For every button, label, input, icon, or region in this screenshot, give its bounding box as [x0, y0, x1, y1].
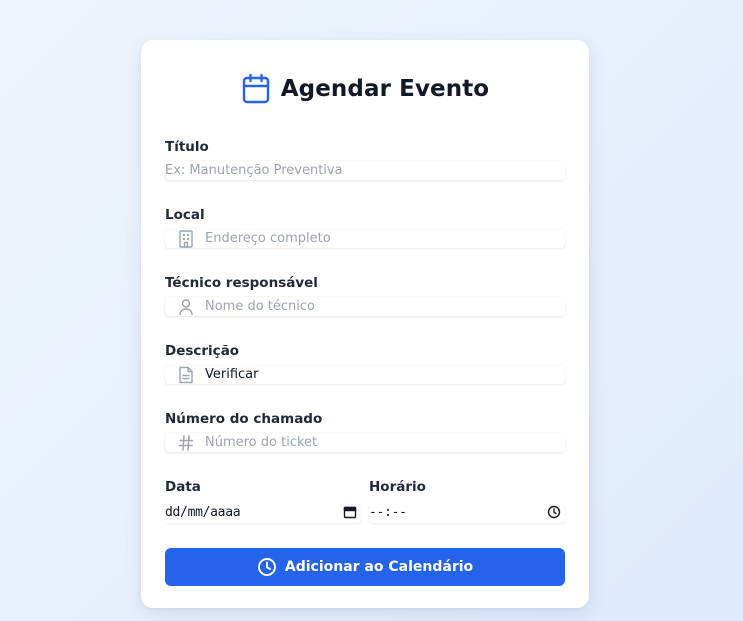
calendar-icon	[241, 73, 271, 105]
form-header: Agendar Evento	[165, 40, 565, 138]
technician-input-wrap	[165, 297, 565, 316]
time-field: Horário --:--	[369, 478, 565, 548]
date-field: Data dd/mm/aaaa	[165, 478, 361, 548]
date-time-row: Data dd/mm/aaaa Horário --:--	[165, 478, 565, 548]
user-icon	[177, 298, 195, 316]
hash-icon	[177, 434, 195, 452]
building-icon	[177, 229, 195, 248]
title-field: Título	[165, 138, 565, 206]
ticket-label: Número do chamado	[165, 411, 323, 427]
add-to-calendar-label: Adicionar ao Calendário	[284, 559, 474, 575]
location-field: Local	[165, 206, 565, 274]
location-label: Local	[165, 207, 205, 223]
clock-icon[interactable]	[547, 505, 561, 519]
ticket-input-wrap	[165, 433, 565, 452]
description-input[interactable]	[165, 365, 565, 384]
location-input-wrap	[165, 229, 565, 248]
calendar-icon[interactable]	[343, 505, 357, 519]
document-icon	[177, 366, 195, 384]
add-to-calendar-button[interactable]: Adicionar ao Calendário	[165, 548, 565, 586]
description-field: Descrição	[165, 342, 565, 410]
ticket-input[interactable]	[165, 433, 565, 452]
date-input[interactable]: dd/mm/aaaa	[165, 501, 361, 523]
technician-label: Técnico responsável	[165, 275, 318, 291]
event-form-card: Agendar Evento Título Local	[141, 40, 589, 608]
location-input[interactable]	[165, 229, 565, 248]
technician-input[interactable]	[165, 297, 565, 316]
date-label: Data	[165, 479, 201, 495]
title-input-wrap	[165, 161, 565, 180]
date-value: dd/mm/aaaa	[165, 504, 241, 520]
time-label: Horário	[369, 479, 426, 495]
technician-field: Técnico responsável	[165, 274, 565, 342]
clock-icon	[257, 557, 277, 577]
time-value: --:--	[369, 504, 407, 520]
description-input-wrap	[165, 365, 565, 384]
description-label: Descrição	[165, 343, 240, 359]
ticket-field: Número do chamado	[165, 410, 565, 478]
title-label: Título	[165, 139, 209, 155]
title-input[interactable]	[165, 161, 565, 180]
time-input[interactable]: --:--	[369, 501, 565, 523]
page-title: Agendar Evento	[280, 76, 490, 102]
